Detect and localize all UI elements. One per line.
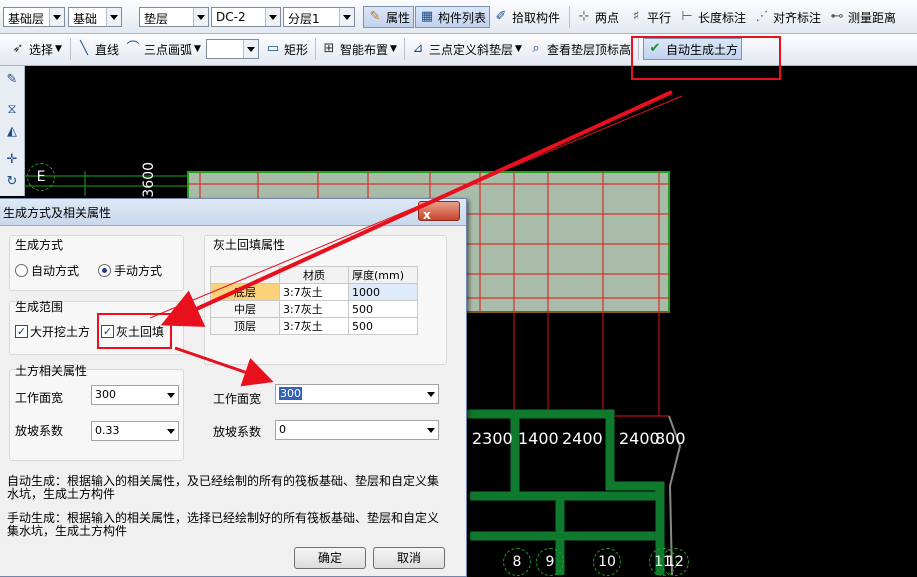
arrow-to-backfill xyxy=(160,90,673,327)
arrow-to-width-field xyxy=(174,346,274,387)
arrow-thin-line xyxy=(149,95,683,319)
annotation-arrows xyxy=(149,90,683,387)
